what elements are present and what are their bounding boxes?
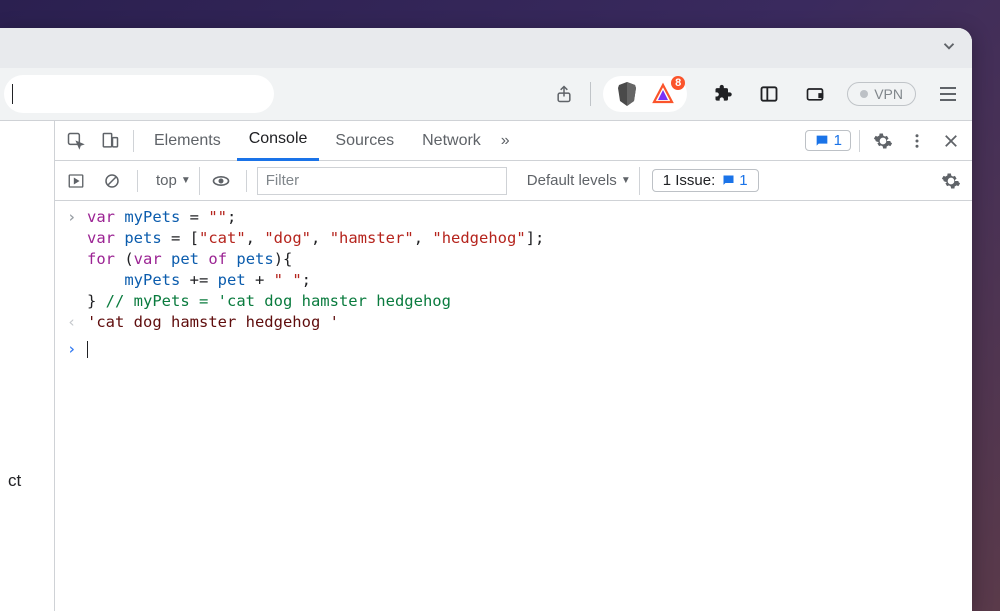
vpn-button[interactable]: VPN [847, 82, 916, 106]
notification-badge: 8 [671, 76, 685, 90]
gear-icon[interactable] [868, 126, 898, 156]
output-chevron-icon [67, 312, 87, 333]
separator [859, 130, 860, 152]
issue-count: 1 [739, 172, 747, 189]
console-output: var myPets = ""; var pets = ["cat", "dog… [55, 201, 972, 611]
device-toggle-icon[interactable] [95, 126, 125, 156]
tab-sources[interactable]: Sources [323, 121, 406, 161]
sidebar-toggle-icon[interactable] [61, 166, 91, 196]
output-value[interactable]: 'cat dog hamster hedgehog ' [87, 312, 339, 333]
menu-icon[interactable] [934, 80, 962, 108]
separator [137, 170, 138, 192]
log-levels-selector[interactable]: Default levels ▼ [519, 167, 640, 195]
vpn-status-dot [860, 90, 868, 98]
input-chevron-icon [67, 207, 87, 312]
close-icon[interactable] [936, 126, 966, 156]
context-selector[interactable]: top ▼ [148, 167, 200, 195]
issues-pill[interactable]: 1 Issue: 1 [652, 169, 759, 192]
page-content: ct [0, 120, 54, 611]
console-prompt-row[interactable] [55, 339, 972, 360]
brave-logo-icon[interactable]: 8 [649, 80, 677, 108]
extension-group: 8 [603, 76, 687, 112]
tab-console[interactable]: Console [237, 121, 320, 161]
wallet-icon[interactable] [801, 80, 829, 108]
brave-shield-icon[interactable] [613, 80, 641, 108]
extensions-icon[interactable] [709, 80, 737, 108]
browser-window: 8 VPN ct [0, 28, 972, 611]
console-toolbar: top ▼ Default levels ▼ 1 Issue: 1 [55, 161, 972, 201]
live-expression-icon[interactable] [206, 166, 236, 196]
url-input[interactable] [4, 75, 274, 113]
context-label: top [156, 172, 177, 189]
gear-icon[interactable] [936, 166, 966, 196]
prompt-input[interactable] [87, 339, 88, 360]
messages-pill[interactable]: 1 [805, 130, 851, 151]
tab-elements[interactable]: Elements [142, 121, 233, 161]
kebab-icon[interactable] [902, 126, 932, 156]
inspect-icon[interactable] [61, 126, 91, 156]
vpn-label: VPN [874, 86, 903, 102]
sidebar-icon[interactable] [755, 80, 783, 108]
issue-label: 1 Issue: [663, 172, 716, 189]
tab-more[interactable]: » [497, 121, 514, 161]
page-text-fragment: ct [8, 471, 21, 491]
clear-console-icon[interactable] [97, 166, 127, 196]
window-titlebar [0, 28, 972, 68]
console-input-row: var myPets = ""; var pets = ["cat", "dog… [55, 207, 972, 312]
devtools-panel: Elements Console Sources Network » 1 [54, 120, 972, 611]
separator [246, 170, 247, 192]
code-block[interactable]: var myPets = ""; var pets = ["cat", "dog… [87, 207, 544, 312]
address-bar: 8 VPN [0, 68, 972, 120]
levels-label: Default levels [527, 172, 617, 189]
chevron-down-icon[interactable] [940, 37, 958, 60]
devtools-tabbar: Elements Console Sources Network » 1 [55, 121, 972, 161]
prompt-chevron-icon [67, 339, 87, 360]
filter-input[interactable] [257, 167, 507, 195]
tab-network[interactable]: Network [410, 121, 493, 161]
share-icon[interactable] [550, 80, 578, 108]
messages-count: 1 [834, 132, 842, 149]
separator [133, 130, 134, 152]
console-output-row: 'cat dog hamster hedgehog ' [55, 312, 972, 333]
separator [590, 82, 591, 106]
